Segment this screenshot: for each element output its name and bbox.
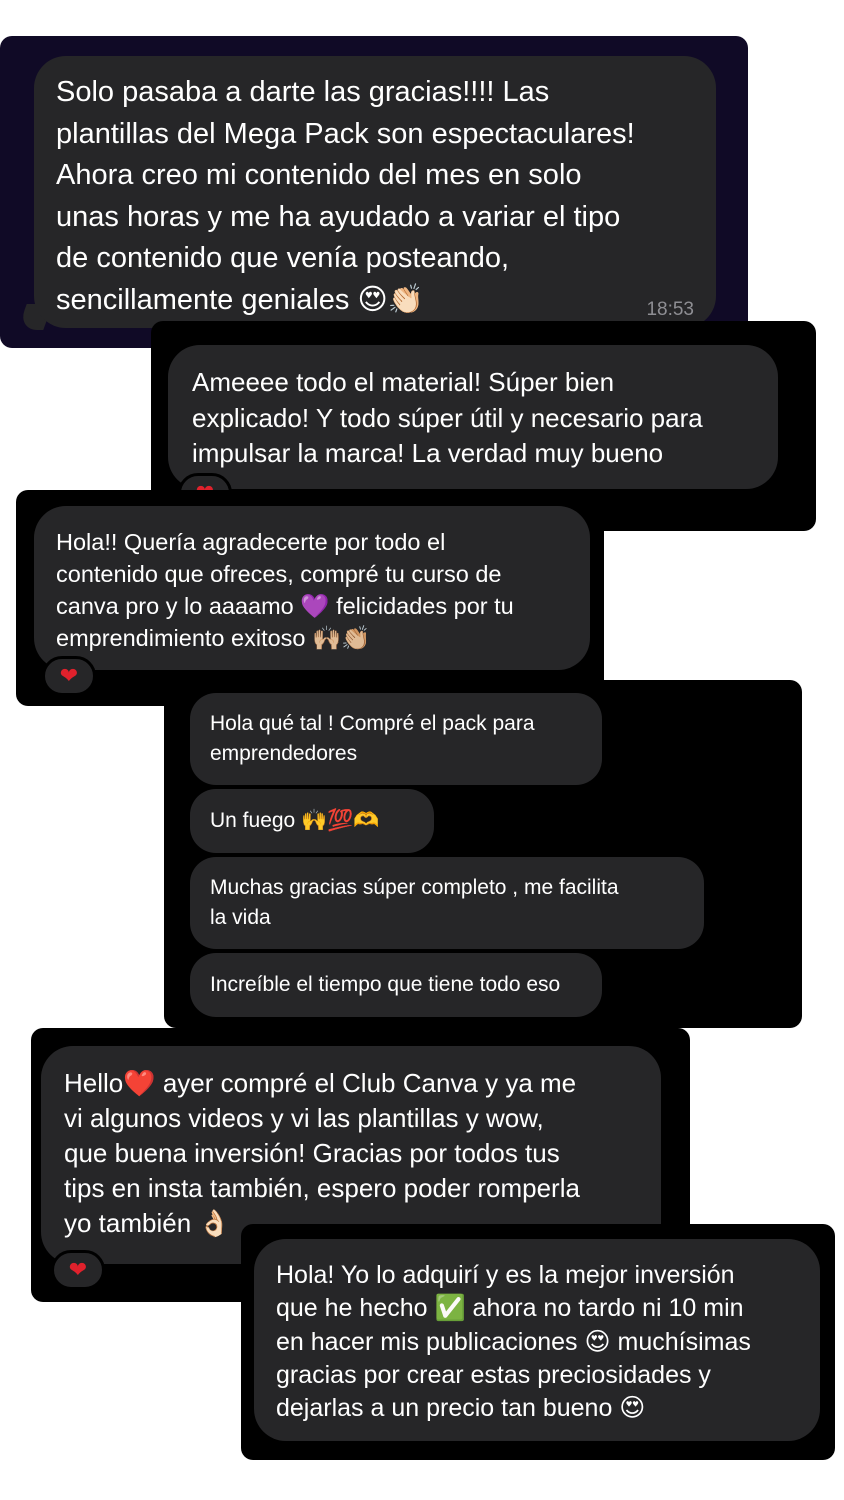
heart-icon: ❤ bbox=[59, 663, 79, 688]
message-text: Hola!! Quería agradecerte por todo el co… bbox=[56, 529, 514, 651]
message-screenshot-1: Solo pasaba a darte las gracias!!!! Las … bbox=[0, 36, 748, 348]
message-bubble[interactable]: Increíble el tiempo que tiene todo eso bbox=[190, 953, 602, 1017]
message-screenshot-6: Hola! Yo lo adquirí y es la mejor invers… bbox=[241, 1224, 835, 1460]
message-bubble[interactable]: Solo pasaba a darte las gracias!!!! Las … bbox=[34, 56, 716, 328]
message-text: Solo pasaba a darte las gracias!!!! Las … bbox=[56, 76, 635, 316]
message-text: Muchas gracias súper completo , me facil… bbox=[210, 876, 619, 929]
message-bubble[interactable]: Muchas gracias súper completo , me facil… bbox=[190, 857, 704, 949]
message-screenshot-4: Hola qué tal ! Compré el pack para empre… bbox=[164, 680, 802, 1028]
message-bubble[interactable]: Un fuego 🙌💯🫶 bbox=[190, 789, 434, 853]
reaction-badge[interactable]: ❤ bbox=[51, 1250, 105, 1290]
heart-icon: ❤ bbox=[68, 1257, 88, 1282]
message-text: Hola! Yo lo adquirí y es la mejor invers… bbox=[276, 1261, 751, 1423]
message-text: Un fuego 🙌💯🫶 bbox=[210, 809, 380, 832]
message-bubble[interactable]: Hola qué tal ! Compré el pack para empre… bbox=[190, 693, 602, 785]
message-bubble[interactable]: Ameeee todo el material! Súper bien expl… bbox=[168, 345, 778, 489]
message-text: Ameeee todo el material! Súper bien expl… bbox=[192, 367, 703, 468]
message-bubble[interactable]: Hola!! Quería agradecerte por todo el co… bbox=[34, 506, 590, 670]
reaction-badge[interactable]: ❤ bbox=[42, 656, 96, 696]
message-text: Hola qué tal ! Compré el pack para empre… bbox=[210, 712, 535, 765]
message-bubble[interactable]: Hola! Yo lo adquirí y es la mejor invers… bbox=[254, 1239, 820, 1441]
message-text: Hello❤️ ayer compré el Club Canva y ya m… bbox=[64, 1068, 580, 1238]
message-text: Increíble el tiempo que tiene todo eso bbox=[210, 973, 561, 996]
message-screenshot-3: Hola!! Quería agradecerte por todo el co… bbox=[16, 490, 604, 706]
